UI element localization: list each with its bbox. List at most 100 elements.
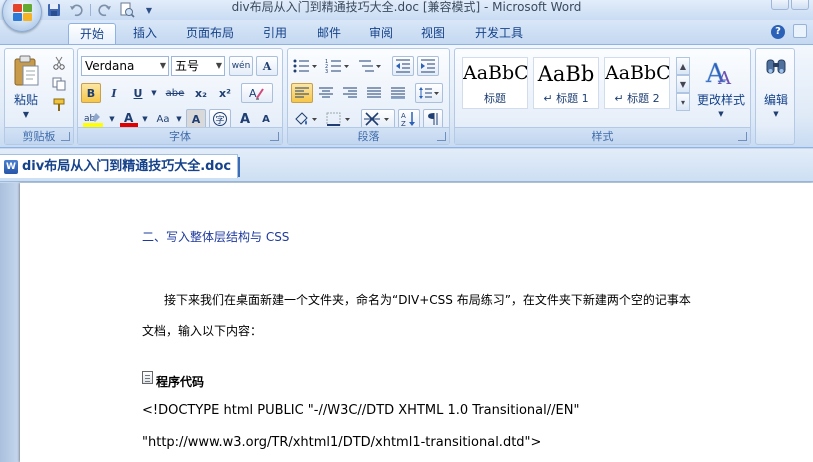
change-styles-dropdown-icon[interactable]: ▼ bbox=[715, 109, 727, 119]
italic-button[interactable]: I bbox=[104, 83, 124, 103]
paste-dropdown-icon[interactable]: ▼ bbox=[19, 109, 33, 119]
svg-text:Z: Z bbox=[401, 120, 406, 127]
phonetic-guide-button[interactable]: wén bbox=[229, 56, 253, 76]
change-case-dropdown-icon[interactable]: ▼ bbox=[174, 109, 184, 129]
editing-group: 编辑 ▼ bbox=[755, 48, 795, 145]
toolbar-separator bbox=[90, 4, 91, 16]
numbering-icon[interactable]: 123 bbox=[323, 56, 353, 76]
svg-text:A: A bbox=[717, 68, 732, 88]
undo-icon[interactable] bbox=[68, 2, 84, 18]
tab-developer[interactable]: 开发工具 bbox=[466, 23, 532, 44]
styles-dialog-launcher[interactable] bbox=[738, 132, 747, 141]
superscript-button[interactable]: x² bbox=[214, 83, 236, 103]
style-heading-1[interactable]: AaBb ↵ 标题 1 bbox=[533, 57, 599, 109]
shrink-font-button[interactable]: A bbox=[256, 109, 276, 129]
body-paragraph-line[interactable]: 文档，输入以下内容： bbox=[142, 322, 262, 339]
shading-icon[interactable] bbox=[291, 109, 321, 129]
paste-label[interactable]: 粘贴 bbox=[9, 91, 43, 107]
tab-page-layout[interactable]: 页面布局 bbox=[176, 23, 244, 44]
gallery-up-icon[interactable]: ▲ bbox=[676, 57, 690, 75]
paragraph-group: 123 A Z 段落 bbox=[287, 48, 450, 145]
bullets-icon[interactable] bbox=[291, 56, 321, 76]
underline-dropdown-icon[interactable]: ▼ bbox=[148, 83, 160, 103]
tab-home[interactable]: 开始 bbox=[68, 23, 116, 44]
justify-icon[interactable] bbox=[363, 83, 385, 103]
font-name-combo[interactable]: Verdana ▼ bbox=[81, 56, 169, 76]
subscript-button[interactable]: x₂ bbox=[190, 83, 212, 103]
code-line[interactable]: <!DOCTYPE html PUBLIC "-//W3C//DTD XHTML… bbox=[142, 403, 579, 418]
change-styles-icon[interactable]: AA bbox=[701, 53, 741, 89]
grow-font-button[interactable]: A bbox=[235, 109, 255, 129]
code-block-title[interactable]: 程序代码 bbox=[142, 373, 204, 390]
print-preview-icon[interactable] bbox=[119, 2, 135, 18]
paragraph-group-label: 段落 bbox=[288, 127, 449, 144]
help-icon[interactable]: ? bbox=[771, 25, 785, 39]
decrease-indent-icon[interactable] bbox=[392, 56, 414, 76]
paste-icon[interactable] bbox=[11, 54, 41, 88]
maximize-button[interactable] bbox=[791, 0, 809, 10]
style-sample: AaBbC bbox=[605, 62, 669, 84]
code-line[interactable]: "http://www.w3.org/TR/xhtml1/DTD/xhtml1-… bbox=[142, 435, 541, 450]
editing-group-label bbox=[756, 127, 794, 144]
enclose-characters-button[interactable]: 字 bbox=[209, 109, 231, 129]
style-heading-2[interactable]: AaBbC ↵ 标题 2 bbox=[604, 57, 670, 109]
word-document-icon: W bbox=[4, 160, 18, 174]
clear-format-button[interactable]: A bbox=[241, 83, 273, 103]
gallery-down-icon[interactable]: ▼ bbox=[676, 75, 690, 93]
sort-icon[interactable]: AZ bbox=[398, 109, 420, 129]
tab-insert[interactable]: 插入 bbox=[122, 23, 168, 44]
clipboard-group: 粘贴 ▼ 剪贴板 bbox=[4, 48, 74, 145]
highlight-dropdown-icon[interactable]: ▼ bbox=[107, 109, 117, 129]
ribbon-minimize-button[interactable] bbox=[793, 24, 807, 38]
change-case-button[interactable]: Aa bbox=[152, 109, 174, 129]
chinese-layout-icon[interactable] bbox=[361, 109, 395, 129]
character-border-button[interactable]: A bbox=[256, 56, 278, 76]
tab-references[interactable]: 引用 bbox=[252, 23, 298, 44]
font-dialog-launcher[interactable] bbox=[270, 132, 279, 141]
character-shading-button[interactable]: A bbox=[186, 109, 206, 129]
align-right-icon[interactable] bbox=[339, 83, 361, 103]
document-page[interactable]: 二、写入整体层结构与 CSS 接下来我们在桌面新建一个文件夹，命名为“DIV+C… bbox=[20, 183, 813, 462]
svg-text:A: A bbox=[249, 87, 257, 100]
tab-view[interactable]: 视图 bbox=[410, 23, 456, 44]
line-spacing-icon[interactable] bbox=[415, 83, 443, 103]
tab-mailings[interactable]: 邮件 bbox=[306, 23, 352, 44]
document-tab[interactable]: W div布局从入门到精通技巧大全.doc bbox=[0, 154, 241, 178]
font-color-dropdown-icon[interactable]: ▼ bbox=[140, 109, 150, 129]
highlight-button[interactable]: ab bbox=[81, 109, 107, 129]
tab-edge bbox=[238, 157, 241, 177]
redo-icon[interactable] bbox=[97, 2, 113, 18]
multilevel-list-icon[interactable] bbox=[355, 56, 385, 76]
increase-indent-icon[interactable] bbox=[417, 56, 439, 76]
clipboard-dialog-launcher[interactable] bbox=[61, 132, 70, 141]
paragraph-dialog-launcher[interactable] bbox=[437, 132, 446, 141]
change-styles-label[interactable]: 更改样式 bbox=[693, 91, 749, 107]
format-painter-icon[interactable] bbox=[51, 97, 67, 113]
tab-review[interactable]: 审阅 bbox=[358, 23, 404, 44]
font-color-button[interactable]: A bbox=[118, 109, 140, 129]
underline-button[interactable]: U bbox=[128, 83, 148, 103]
document-tab-bar: W div布局从入门到精通技巧大全.doc bbox=[0, 149, 813, 182]
borders-icon[interactable] bbox=[324, 109, 354, 129]
align-left-icon[interactable] bbox=[291, 83, 313, 103]
show-marks-icon[interactable] bbox=[423, 109, 443, 129]
gallery-more-icon[interactable]: ▾ bbox=[676, 93, 690, 111]
body-paragraph-line[interactable]: 接下来我们在桌面新建一个文件夹，命名为“DIV+CSS 布局练习”，在文件夹下新… bbox=[164, 291, 691, 308]
binoculars-icon[interactable] bbox=[764, 54, 788, 80]
copy-icon[interactable] bbox=[51, 76, 67, 92]
section-heading[interactable]: 二、写入整体层结构与 CSS bbox=[142, 228, 289, 245]
editing-label[interactable]: 编辑 bbox=[756, 91, 796, 107]
quick-access-toolbar: ▼ bbox=[46, 0, 157, 20]
customize-dropdown-icon[interactable]: ▼ bbox=[141, 2, 157, 18]
save-icon[interactable] bbox=[46, 2, 62, 18]
align-center-icon[interactable] bbox=[315, 83, 337, 103]
style-title[interactable]: AaBbC 标题 bbox=[462, 57, 528, 109]
editing-dropdown-icon[interactable]: ▼ bbox=[770, 109, 782, 119]
minimize-button[interactable] bbox=[771, 0, 789, 10]
bold-button[interactable]: B bbox=[81, 83, 101, 103]
svg-text:3: 3 bbox=[325, 69, 328, 73]
distributed-icon[interactable] bbox=[387, 83, 409, 103]
strikethrough-button[interactable]: abe bbox=[162, 83, 188, 103]
cut-icon[interactable] bbox=[51, 55, 67, 71]
font-size-combo[interactable]: 五号 ▼ bbox=[171, 56, 225, 76]
